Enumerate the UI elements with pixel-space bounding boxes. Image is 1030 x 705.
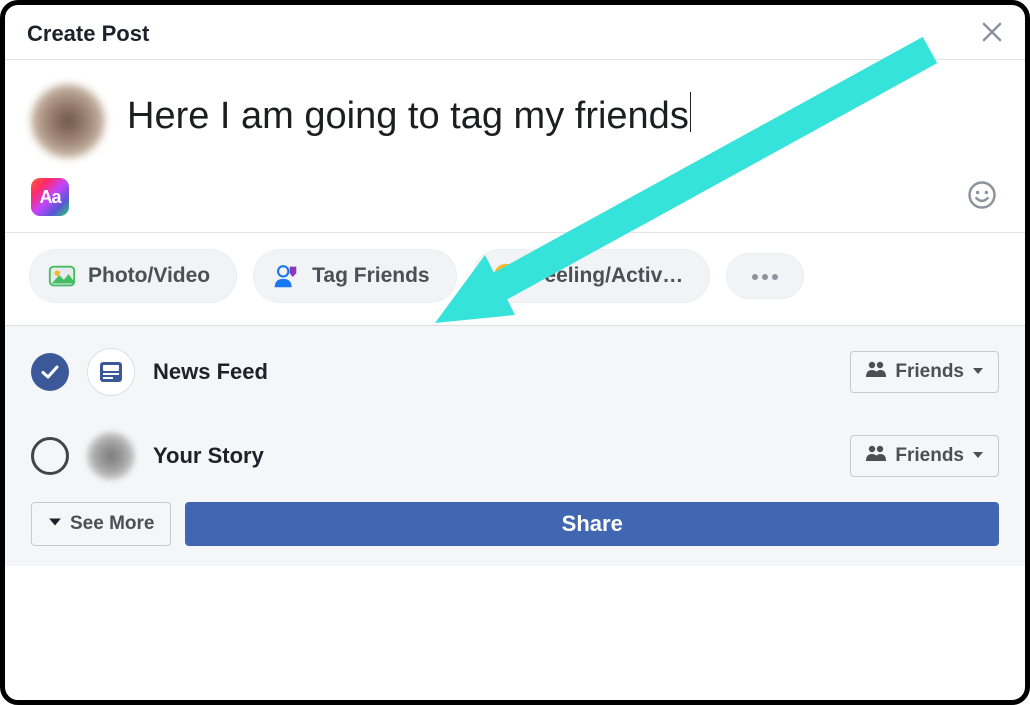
feeling-icon xyxy=(490,260,522,292)
news-feed-radio[interactable] xyxy=(31,353,69,391)
share-label: Share xyxy=(562,511,623,537)
pill-label: Feeling/Activ… xyxy=(532,264,684,288)
chevron-down-icon xyxy=(48,513,62,535)
background-color-button[interactable]: Aa xyxy=(31,178,69,216)
see-more-label: See More xyxy=(70,513,154,535)
tag-friends-button[interactable]: Tag Friends xyxy=(253,249,456,303)
aa-label: Aa xyxy=(39,187,60,208)
pill-label: Photo/Video xyxy=(88,264,210,288)
your-story-audience-button[interactable]: Friends xyxy=(850,435,999,477)
news-feed-audience-button[interactable]: Friends xyxy=(850,351,999,393)
ellipsis-icon xyxy=(749,264,781,288)
more-options-button[interactable] xyxy=(726,253,804,299)
chevron-down-icon xyxy=(972,361,984,383)
photo-icon xyxy=(46,260,78,292)
emoji-picker-button[interactable] xyxy=(965,180,999,214)
smiley-icon xyxy=(967,180,997,215)
see-more-button[interactable]: See More xyxy=(31,502,171,546)
share-button[interactable]: Share xyxy=(185,502,999,546)
close-icon[interactable] xyxy=(981,19,1003,49)
destination-your-story-row: Your Story Friends xyxy=(5,414,1025,498)
friends-icon xyxy=(865,360,887,384)
destination-label: News Feed xyxy=(153,359,268,385)
audience-label: Friends xyxy=(895,445,964,467)
pill-label: Tag Friends xyxy=(312,264,429,288)
photo-video-button[interactable]: Photo/Video xyxy=(29,249,237,303)
dialog-title: Create Post xyxy=(27,21,149,47)
post-text-value: Here I am going to tag my friends xyxy=(127,95,689,137)
chevron-down-icon xyxy=(972,445,984,467)
friends-icon xyxy=(865,444,887,468)
destination-label: Your Story xyxy=(153,443,264,469)
your-story-icon xyxy=(87,432,135,480)
destination-news-feed-row: News Feed Friends xyxy=(5,330,1025,414)
avatar xyxy=(31,84,105,158)
post-text-input[interactable]: Here I am going to tag my friends xyxy=(127,84,691,139)
news-feed-icon xyxy=(87,348,135,396)
text-caret xyxy=(690,92,691,132)
tag-friends-icon xyxy=(270,260,302,292)
audience-label: Friends xyxy=(895,361,964,383)
feeling-activity-button[interactable]: Feeling/Activ… xyxy=(473,249,711,303)
your-story-radio[interactable] xyxy=(31,437,69,475)
